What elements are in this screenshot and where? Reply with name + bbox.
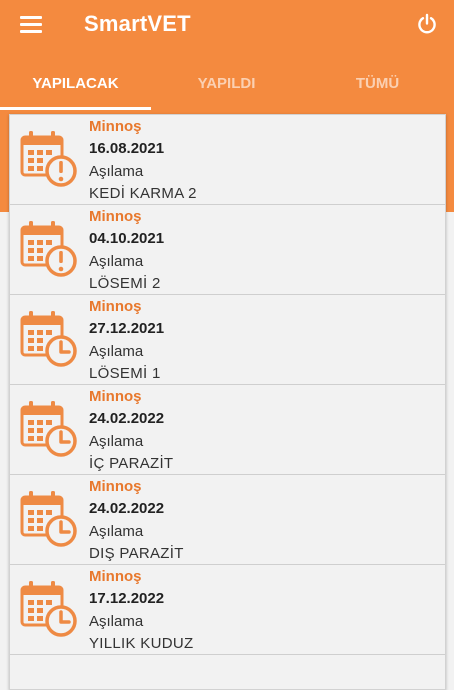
task-type: Aşılama: [89, 253, 144, 270]
pet-name: Minnoş: [89, 568, 142, 585]
vaccine-name: LÖSEMİ 2: [89, 275, 161, 292]
hamburger-menu-icon[interactable]: [20, 14, 44, 36]
list-item[interactable]: Minnoş 04.10.2021 Aşılama LÖSEMİ 2: [10, 205, 445, 295]
pet-name: Minnoş: [89, 208, 142, 225]
tab-bar: YAPILACAK YAPILDI TÜMÜ: [0, 60, 454, 110]
task-type: Aşılama: [89, 523, 144, 540]
toolbar: SmartVET: [0, 0, 454, 52]
list-item[interactable]: Minnoş 24.02.2022 Aşılama İÇ PARAZİT: [10, 385, 445, 475]
calendar-clock-icon: [20, 489, 78, 549]
app-title: SmartVET: [84, 11, 191, 36]
pet-name: Minnoş: [89, 388, 142, 405]
task-type: Aşılama: [89, 343, 144, 360]
list-item[interactable]: Minnoş 17.12.2022 Aşılama YILLIK KUDUZ: [10, 565, 445, 655]
calendar-clock-icon: [20, 309, 78, 369]
tab-yapilacak[interactable]: YAPILACAK: [0, 60, 151, 110]
vaccine-name: YILLIK KUDUZ: [89, 635, 194, 652]
power-icon[interactable]: [416, 13, 438, 35]
due-date: 17.12.2022: [89, 590, 165, 607]
calendar-alert-icon: [20, 219, 78, 279]
task-type: Aşılama: [89, 613, 144, 630]
list-item[interactable]: Minnoş 16.08.2021 Aşılama KEDİ KARMA 2: [10, 115, 445, 205]
task-type: Aşılama: [89, 433, 144, 450]
vaccine-name: İÇ PARAZİT: [89, 455, 174, 472]
task-type: Aşılama: [89, 163, 144, 180]
active-tab-indicator: [0, 107, 151, 110]
vaccine-name: DIŞ PARAZİT: [89, 545, 184, 562]
due-date: 27.12.2021: [89, 320, 165, 337]
tab-tumu[interactable]: TÜMÜ: [302, 60, 453, 110]
pet-name: Minnoş: [89, 478, 142, 495]
due-date: 04.10.2021: [89, 230, 165, 247]
calendar-alert-icon: [20, 129, 78, 189]
calendar-clock-icon: [20, 399, 78, 459]
list-item[interactable]: Minnoş 24.02.2022 Aşılama DIŞ PARAZİT: [10, 475, 445, 565]
tab-yapildi[interactable]: YAPILDI: [151, 60, 302, 110]
due-date: 24.02.2022: [89, 500, 165, 517]
due-date: 24.02.2022: [89, 410, 165, 427]
calendar-clock-icon: [20, 579, 78, 639]
pet-name: Minnoş: [89, 118, 142, 135]
task-list: Minnoş 16.08.2021 Aşılama KEDİ KARMA 2 M…: [9, 114, 446, 690]
list-item[interactable]: Minnoş 27.12.2021 Aşılama LÖSEMİ 1: [10, 295, 445, 385]
pet-name: Minnoş: [89, 298, 142, 315]
vaccine-name: LÖSEMİ 1: [89, 365, 161, 382]
vaccine-name: KEDİ KARMA 2: [89, 185, 197, 202]
due-date: 16.08.2021: [89, 140, 165, 157]
